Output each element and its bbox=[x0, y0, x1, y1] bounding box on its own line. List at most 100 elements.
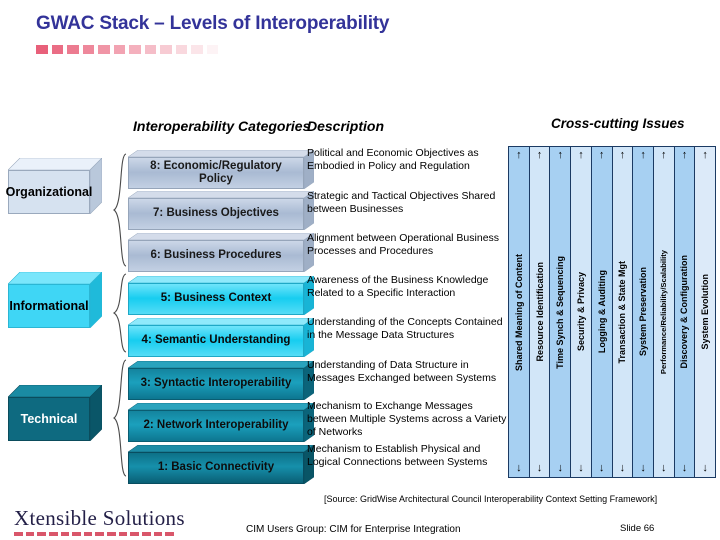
stack-level-8[interactable]: 8: Economic/Regulatory Policy bbox=[128, 150, 314, 189]
logo-rule-dash bbox=[142, 532, 151, 536]
level-front-face: 6: Business Procedures bbox=[128, 240, 304, 272]
header-interoperability-categories: Interoperability Categories bbox=[133, 118, 311, 134]
level-description-8: Political and Economic Objectives as Emb… bbox=[307, 147, 479, 172]
cross-cutting-label: Resource Identification bbox=[534, 262, 545, 362]
level-label: 6: Business Procedures bbox=[150, 249, 282, 262]
level-label: 7: Business Objectives bbox=[153, 207, 279, 220]
stack-level-3[interactable]: 3: Syntactic Interoperability bbox=[128, 361, 314, 400]
group-box-front-face: Informational bbox=[8, 284, 90, 328]
arrow-up-icon: ↑ bbox=[640, 149, 646, 161]
cross-cutting-column-logging-and-auditing[interactable]: ↑ Logging & Auditing ↓ bbox=[591, 147, 613, 477]
arrow-down-icon: ↓ bbox=[661, 462, 667, 474]
arrow-down-icon: ↓ bbox=[516, 462, 522, 474]
group-box-front-face: Technical bbox=[8, 397, 90, 441]
level-front-face: 4: Semantic Understanding bbox=[128, 325, 304, 357]
arrow-up-icon: ↑ bbox=[516, 149, 522, 161]
stack-level-5[interactable]: 5: Business Context bbox=[128, 276, 314, 315]
level-description-5: Awareness of the Business Knowledge Rela… bbox=[307, 274, 489, 299]
group-box-side-face bbox=[90, 272, 102, 328]
group-box-technical: Technical bbox=[8, 385, 102, 441]
group-box-organizational: Organizational bbox=[5, 158, 102, 214]
brace-shape bbox=[113, 153, 127, 267]
source-citation: [Source: GridWise Architectural Council … bbox=[324, 494, 658, 504]
title-rule-dash bbox=[67, 45, 79, 54]
title-rule-dash bbox=[36, 45, 48, 54]
cross-cutting-column-discovery-and-configuration[interactable]: ↑ Discovery & Configuration ↓ bbox=[674, 147, 696, 477]
cross-cutting-label: Time Synch & Sequencing bbox=[555, 255, 566, 369]
cross-cutting-column-system-preservation[interactable]: ↑ System Preservation ↓ bbox=[633, 147, 654, 477]
cross-cutting-column-resource-identification[interactable]: ↑ Resource Identification ↓ bbox=[529, 147, 551, 477]
arrow-up-icon: ↑ bbox=[536, 149, 543, 161]
level-description-1: Mechanism to Establish Physical and Logi… bbox=[307, 443, 488, 468]
group-box-side-face bbox=[90, 385, 102, 441]
group-box-top-face bbox=[8, 385, 102, 397]
logo-rule-dash bbox=[25, 532, 35, 536]
level-front-face: 1: Basic Connectivity bbox=[128, 452, 304, 484]
cross-cutting-label: Security & Privacy bbox=[575, 272, 586, 352]
level-front-face: 5: Business Context bbox=[128, 283, 304, 315]
cross-cutting-column-system-evolution[interactable]: ↑ System Evolution ↓ bbox=[695, 147, 716, 477]
level-top-face bbox=[128, 233, 314, 240]
brace-technical bbox=[112, 358, 128, 478]
cross-cutting-label: System Preservation bbox=[638, 267, 649, 357]
logo-rule-dash bbox=[37, 532, 46, 536]
title-rule-dash bbox=[82, 45, 94, 54]
cross-cutting-label: Shared Meaning of Content bbox=[513, 253, 524, 371]
logo-rule-dash bbox=[118, 532, 128, 536]
title-rule-dash bbox=[175, 45, 187, 54]
stack-level-6[interactable]: 6: Business Procedures bbox=[128, 233, 314, 272]
cross-cutting-column-transaction-and-state-mgt[interactable]: ↑ Transaction & State Mgt ↓ bbox=[612, 147, 634, 477]
arrow-down-icon: ↓ bbox=[640, 461, 646, 474]
stack-level-4[interactable]: 4: Semantic Understanding bbox=[128, 318, 314, 357]
stack-level-7[interactable]: 7: Business Objectives bbox=[128, 191, 314, 230]
header-cross-cutting-issues: Cross-cutting Issues bbox=[551, 116, 685, 131]
logo-rule-dash bbox=[14, 532, 23, 536]
logo-rule-dash bbox=[60, 532, 70, 536]
group-box-front-face: Organizational bbox=[5, 170, 93, 214]
title-rule-dash bbox=[206, 45, 218, 54]
logo-rule-dash bbox=[107, 532, 116, 536]
slide-number: Slide 66 bbox=[620, 523, 655, 534]
logo-rule-dash bbox=[83, 532, 93, 536]
arrow-down-icon: ↓ bbox=[557, 462, 564, 474]
level-front-face: 3: Syntactic Interoperability bbox=[128, 368, 304, 400]
logo-underline-rule bbox=[14, 532, 174, 536]
level-top-face bbox=[128, 191, 314, 198]
level-top-face bbox=[128, 361, 314, 368]
logo-rule-dash bbox=[95, 532, 105, 536]
logo-xtensible-solutions: Xtensible Solutions bbox=[14, 506, 184, 536]
arrow-down-icon: ↓ bbox=[598, 461, 605, 474]
level-label: 5: Business Context bbox=[160, 292, 272, 305]
group-label: Organizational bbox=[5, 185, 93, 199]
footer-subtitle: CIM Users Group: CIM for Enterprise Inte… bbox=[246, 524, 461, 535]
stack-level-2[interactable]: 2: Network Interoperability bbox=[128, 403, 314, 442]
arrow-down-icon: ↓ bbox=[702, 461, 708, 474]
cross-cutting-column-shared-meaning-of-content[interactable]: ↑ Shared Meaning of Content ↓ bbox=[509, 147, 530, 477]
page-title: GWAC Stack – Levels of Interoperability bbox=[36, 13, 390, 34]
cross-cutting-column-time-synch-and-sequencing[interactable]: ↑ Time Synch & Sequencing ↓ bbox=[550, 147, 572, 477]
stack-level-1[interactable]: 1: Basic Connectivity bbox=[128, 445, 314, 484]
cross-cutting-label: Performance/Reliability/Scalability bbox=[659, 249, 669, 375]
level-description-7: Strategic and Tactical Objectives Shared… bbox=[307, 190, 496, 215]
level-label: 2: Network Interoperability bbox=[143, 419, 289, 432]
level-top-face bbox=[128, 445, 314, 452]
group-box-informational: Informational bbox=[8, 272, 102, 328]
brace-organizational bbox=[112, 152, 128, 268]
group-label: Informational bbox=[9, 299, 89, 313]
level-front-face: 2: Network Interoperability bbox=[128, 410, 304, 442]
level-front-face: 8: Economic/Regulatory Policy bbox=[128, 157, 304, 189]
cross-cutting-issues-panel: ↑ Shared Meaning of Content ↓ ↑ Resource… bbox=[508, 146, 716, 478]
cross-cutting-label: System Evolution bbox=[700, 274, 711, 350]
cross-cutting-column-security-and-privacy[interactable]: ↑ Security & Privacy ↓ bbox=[571, 147, 592, 477]
level-description-6: Alignment between Operational Business P… bbox=[307, 232, 500, 257]
arrow-down-icon: ↓ bbox=[536, 462, 543, 474]
cross-cutting-column-performance-reliability-scalability[interactable]: ↑ Performance/Reliability/Scalability ↓ bbox=[653, 147, 675, 477]
logo-rule-dash bbox=[48, 532, 58, 536]
level-top-face bbox=[128, 403, 314, 410]
arrow-up-icon: ↑ bbox=[681, 149, 688, 161]
level-top-face bbox=[128, 276, 314, 283]
title-rule-dash bbox=[129, 45, 141, 54]
cross-cutting-label: Discovery & Configuration bbox=[679, 255, 690, 369]
level-label: 3: Syntactic Interoperability bbox=[140, 377, 292, 390]
level-label: 4: Semantic Understanding bbox=[141, 334, 291, 347]
